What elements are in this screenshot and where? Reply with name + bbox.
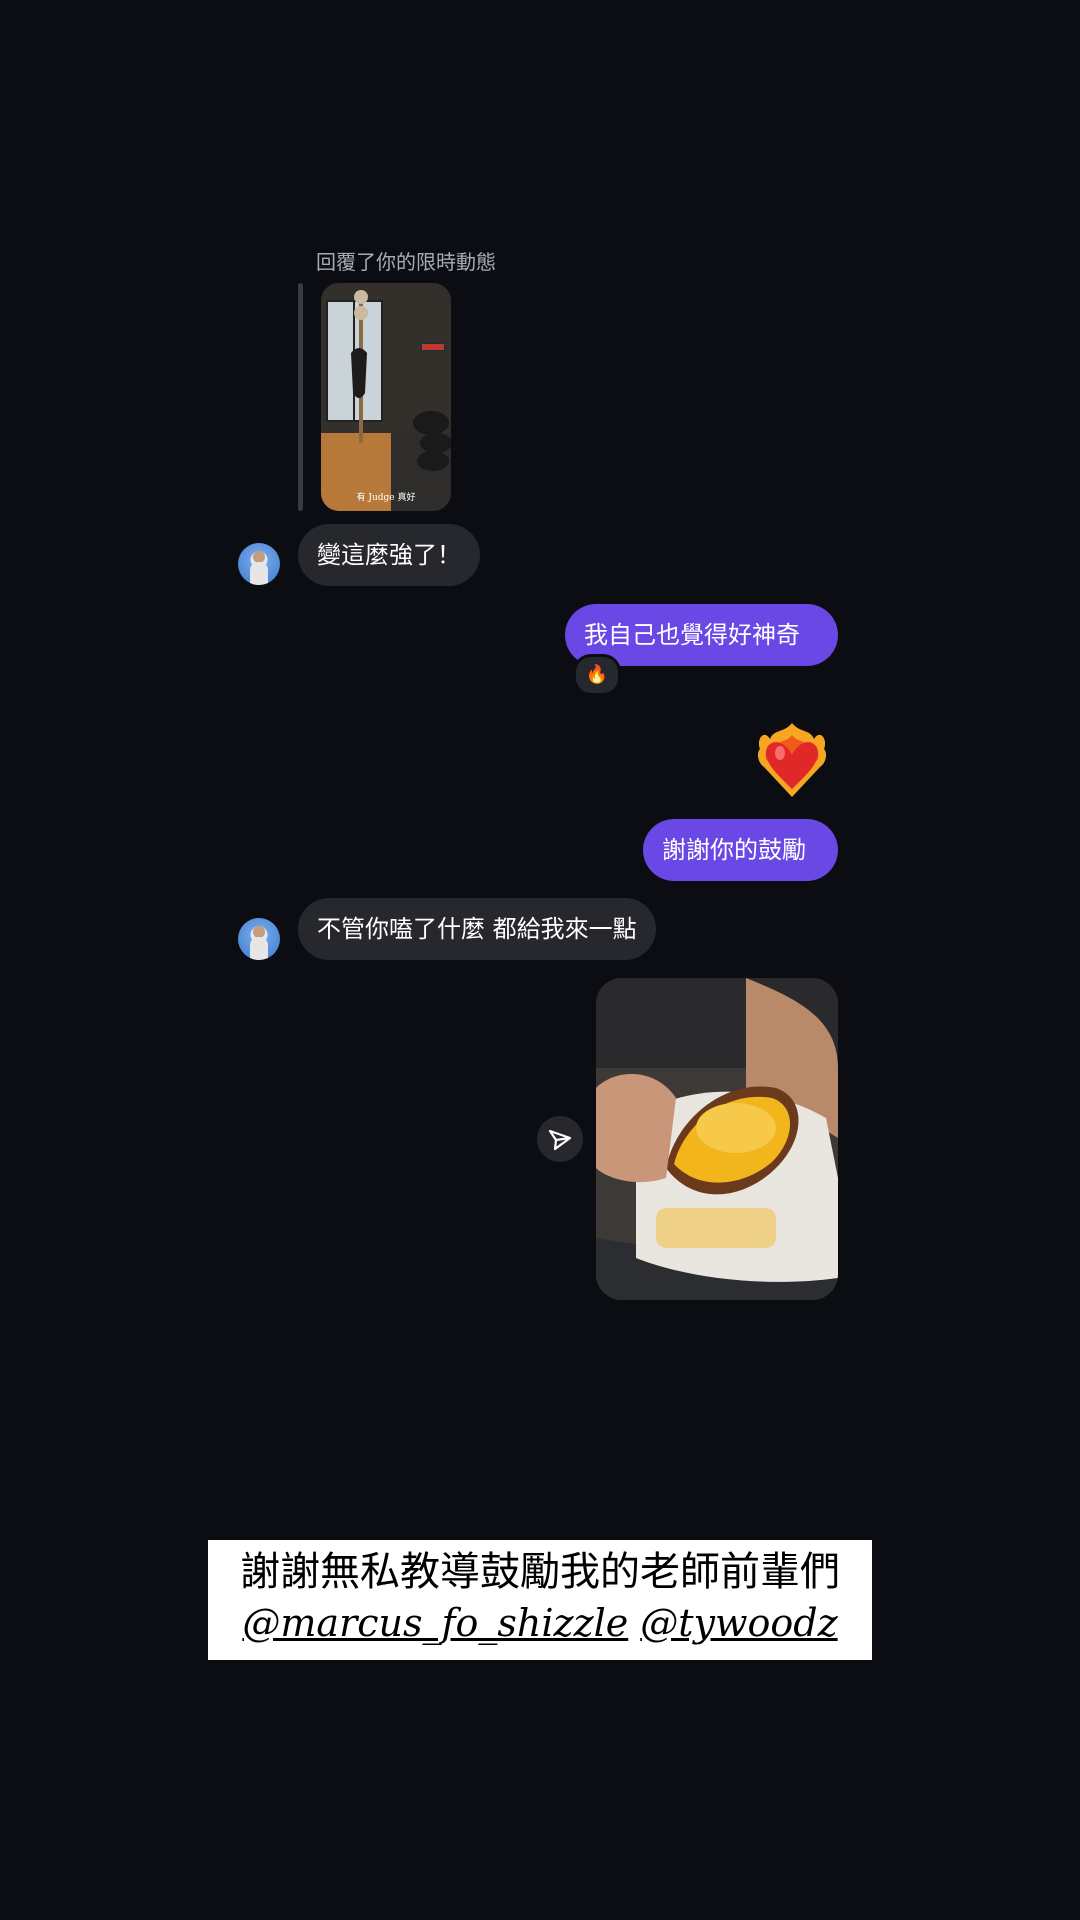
fire-reaction-badge[interactable]: 🔥 xyxy=(573,654,621,696)
heart-on-fire-emoji[interactable] xyxy=(754,719,830,799)
mention-link[interactable]: @tywoodz xyxy=(640,1601,837,1645)
story-thumbnail-image xyxy=(321,283,451,511)
sender-avatar[interactable] xyxy=(238,918,280,960)
sender-avatar[interactable] xyxy=(238,543,280,585)
incoming-message-bubble[interactable]: 不管你嗑了什麼 都給我來一點 xyxy=(298,898,656,960)
photo-message[interactable] xyxy=(596,978,838,1300)
outgoing-message-bubble[interactable]: 謝謝你的鼓勵 xyxy=(643,819,838,881)
sweet-potato-photo xyxy=(596,978,838,1300)
reply-quote-bar xyxy=(298,283,303,511)
caption-mentions: @marcus_fo_shizzle @tywoodz xyxy=(208,1597,872,1649)
mention-link[interactable]: @marcus_fo_shizzle xyxy=(242,1601,628,1645)
story-caption-sticker: 謝謝無私教導鼓勵我的老師前輩們 @marcus_fo_shizzle @tywoo… xyxy=(208,1540,872,1660)
share-button[interactable] xyxy=(537,1116,583,1162)
incoming-message-bubble[interactable]: 變這麼強了！ xyxy=(298,524,480,586)
reply-context-label: 回覆了你的限時動態 xyxy=(316,250,496,274)
paper-plane-icon xyxy=(548,1129,572,1151)
story-thumbnail-caption: 有 Judge 真好 xyxy=(356,493,416,503)
caption-text: 謝謝無私教導鼓勵我的老師前輩們 xyxy=(240,1549,840,1595)
story-thumbnail[interactable]: 有 Judge 真好 xyxy=(321,283,451,511)
